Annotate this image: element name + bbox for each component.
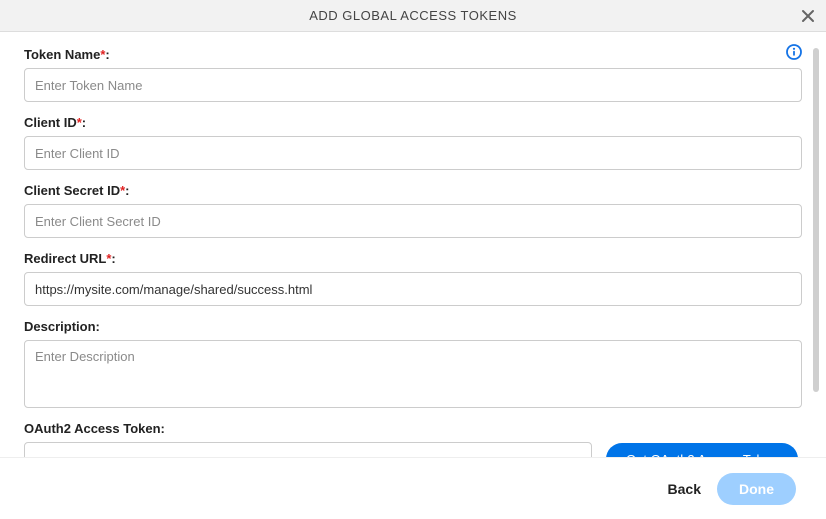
dialog-body: Token Name*: Client ID*: Client Secret I… xyxy=(0,32,826,488)
dialog-footer: Back Done xyxy=(0,457,826,519)
redirect-url-group: Redirect URL*: xyxy=(24,250,802,306)
info-button[interactable] xyxy=(786,44,802,65)
token-name-group: Token Name*: xyxy=(24,46,802,102)
close-icon xyxy=(800,8,816,24)
client-secret-id-group: Client Secret ID*: xyxy=(24,182,802,238)
info-icon xyxy=(786,44,802,60)
client-id-label-text: Client ID xyxy=(24,115,77,130)
client-id-label: Client ID*: xyxy=(24,115,86,130)
description-input[interactable] xyxy=(24,340,802,408)
client-id-input[interactable] xyxy=(24,136,802,170)
token-name-label-text: Token Name xyxy=(24,47,100,62)
description-group: Description: xyxy=(24,318,802,408)
dialog-header: ADD GLOBAL ACCESS TOKENS xyxy=(0,0,826,32)
client-secret-id-label: Client Secret ID*: xyxy=(24,183,130,198)
dialog-title: ADD GLOBAL ACCESS TOKENS xyxy=(309,8,517,23)
client-secret-id-input[interactable] xyxy=(24,204,802,238)
redirect-url-label: Redirect URL*: xyxy=(24,251,116,266)
redirect-url-label-text: Redirect URL xyxy=(24,251,106,266)
client-secret-id-label-text: Client Secret ID xyxy=(24,183,120,198)
back-button[interactable]: Back xyxy=(668,481,701,497)
client-id-group: Client ID*: xyxy=(24,114,802,170)
oauth-token-label: OAuth2 Access Token: xyxy=(24,421,165,436)
done-button[interactable]: Done xyxy=(717,473,796,505)
description-label: Description: xyxy=(24,319,100,334)
token-name-input[interactable] xyxy=(24,68,802,102)
token-name-label: Token Name*: xyxy=(24,47,110,62)
close-button[interactable] xyxy=(800,8,816,24)
redirect-url-input[interactable] xyxy=(24,272,802,306)
